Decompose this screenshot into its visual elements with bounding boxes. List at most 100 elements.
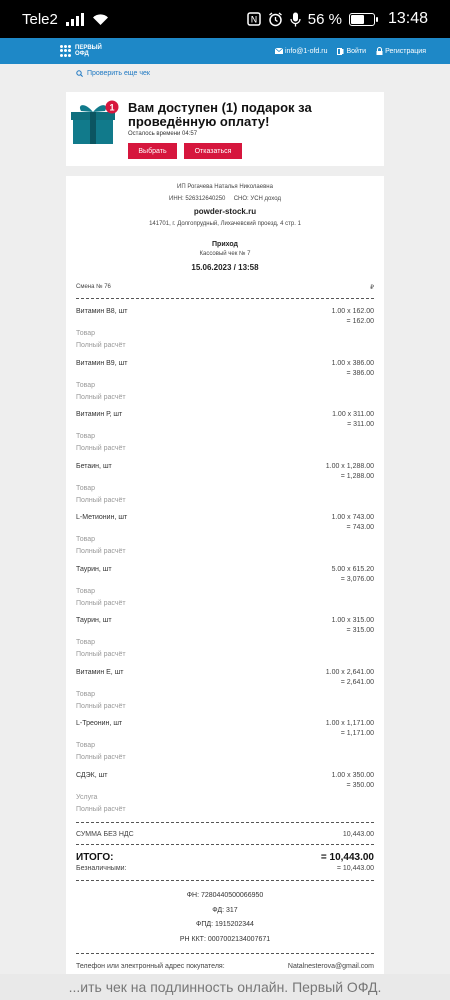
- cashless-label: Безналичными:: [76, 865, 127, 872]
- item-payment-method: Полный расчёт: [76, 599, 126, 607]
- receipt-item: Витамин В9, шт 1.00 x 386.00 = 386.00 Товар…: [76, 360, 374, 412]
- item-quantity-price: 1.00 x 1,288.00: [325, 462, 374, 470]
- item-type: Товар: [76, 690, 96, 698]
- clock: 13:48: [387, 10, 428, 27]
- alarm-icon: [268, 11, 283, 27]
- email-text: info@1-ofd.ru: [284, 47, 328, 55]
- receipt-item: Таурин, шт 1.00 x 315.00 = 315.00 Товар Полн…: [76, 617, 374, 669]
- receipt-item: L-Треонин, шт 1.00 x 1,171.00 = 1,171.00 То…: [76, 720, 374, 772]
- item-payment-method: Полный расчёт: [76, 496, 126, 504]
- receipt-item: L-Метионин, шт 1.00 x 743.00 = 743.00 Товар…: [76, 514, 374, 566]
- item-payment-method: Полный расчёт: [76, 342, 126, 349]
- item-sum: = 2,641.00: [340, 678, 374, 686]
- receipt-item: Витамин Р, шт 1.00 x 311.00 = 311.00 Товар П…: [76, 411, 374, 463]
- item-quantity-price: 1.00 x 350.00: [331, 771, 374, 779]
- item-payment-method: Полный расчёт: [76, 702, 126, 710]
- item-type: Товар: [76, 742, 96, 749]
- sum-no-vat-label: СУММА БЕЗ НДС: [76, 831, 134, 838]
- receipt-item: Витамин В8, шт 1.00 x 162.00 = 162.00 Товар…: [76, 308, 374, 360]
- item-sum: = 1,171.00: [340, 730, 374, 737]
- status-bar: Tele2 N 56 % 13:48: [0, 0, 450, 38]
- item-name: Витамин В9, шт: [76, 359, 128, 367]
- item-sum: = 1,288.00: [340, 472, 374, 480]
- choose-button[interactable]: Выбрать: [128, 143, 177, 159]
- check-again-text: Проверить еще чек: [87, 70, 150, 77]
- battery-percent: 56 %: [307, 10, 342, 28]
- gift-icon: 1: [71, 100, 119, 144]
- total-label: ИТОГО:: [76, 852, 114, 863]
- buyer-label: Телефон или электронный адрес покупателя…: [76, 963, 225, 970]
- rn-kkt: РН ККТ: 0007002134007671: [179, 936, 271, 943]
- item-type: Товар: [76, 536, 96, 543]
- fd-number: ФД: 317: [212, 907, 238, 914]
- item-type: Товар: [76, 330, 96, 337]
- seller-name: ИП Рогачева Наталья Николаевна: [177, 184, 273, 190]
- receipt-item: Витамин Е, шт 1.00 x 2,641.00 = 2,641.00 То…: [76, 669, 374, 721]
- gift-badge: 1: [109, 103, 114, 113]
- ofd-logo[interactable]: ПЕРВЫЙ ОФД: [60, 45, 102, 57]
- item-name: Таурин, шт: [76, 617, 112, 624]
- gift-card: 1 Вам доступен (1) подарок за проведённу…: [66, 92, 384, 166]
- item-payment-method: Полный расчёт: [76, 548, 126, 555]
- divider: [76, 844, 374, 845]
- refuse-button[interactable]: Отказаться: [184, 143, 242, 159]
- item-type: Товар: [76, 381, 96, 389]
- gift-timer: Осталось времени 04:57: [128, 131, 198, 137]
- receipt: ИП Рогачева Наталья Николаевна ИНН: 5263…: [66, 176, 384, 976]
- shift-number: Смена № 76: [76, 284, 111, 290]
- item-payment-method: Полный расчёт: [76, 805, 126, 813]
- check-again-link[interactable]: Проверить еще чек: [76, 70, 150, 77]
- seller-address: 141701, г. Долгопрудный, Лихачевский про…: [149, 221, 301, 227]
- item-payment-method: Полный расчёт: [76, 651, 126, 658]
- bottom-banner: ...ить чек на подлинность онлайн. Первый…: [0, 974, 450, 1000]
- fn-number: ФН: 7280440500066950: [186, 892, 264, 899]
- item-sum: = 311.00: [347, 421, 374, 428]
- divider: [76, 953, 374, 954]
- receipt-item: Таурин, шт 5.00 x 615.20 = 3,076.00 Товар По…: [76, 566, 374, 618]
- item-sum: = 743.00: [346, 524, 374, 531]
- nfc-icon: N: [247, 12, 261, 26]
- buyer-value: Natalnesterova@gmail.com: [287, 963, 374, 970]
- item-quantity-price: 1.00 x 2,641.00: [325, 668, 374, 676]
- item-quantity-price: 1.00 x 386.00: [331, 359, 374, 367]
- item-quantity-price: 1.00 x 315.00: [331, 617, 374, 624]
- item-name: Витамин Р, шт: [76, 411, 123, 418]
- login-link[interactable]: Войти: [337, 47, 366, 55]
- item-quantity-price: 1.00 x 311.00: [332, 411, 374, 418]
- item-sum: = 386.00: [346, 369, 374, 377]
- gift-title: Вам доступен (1) подарок за проведённую …: [128, 100, 312, 129]
- divider: [76, 298, 374, 299]
- cashless-value: = 10,443.00: [336, 865, 374, 872]
- item-name: L-Треонин, шт: [76, 720, 123, 727]
- item-type: Услуга: [76, 793, 98, 801]
- item-sum: = 350.00: [346, 781, 374, 789]
- item-sum: = 162.00: [346, 318, 374, 325]
- login-icon: [337, 47, 344, 55]
- item-name: СДЭК, шт: [76, 771, 108, 779]
- mail-icon: [274, 48, 283, 54]
- item-payment-method: Полный расчёт: [76, 445, 126, 452]
- battery-icon: [348, 12, 378, 26]
- logo-line2: ОФД: [75, 51, 89, 57]
- lock-icon: [376, 47, 383, 55]
- inn-sno: ИНН: 526312640250 СНО: УСН доход: [169, 196, 281, 202]
- item-payment-method: Полный расчёт: [76, 754, 126, 761]
- item-sum: = 3,076.00: [340, 575, 374, 583]
- item-type: Товар: [76, 433, 96, 440]
- currency-sign: ₽: [370, 285, 374, 291]
- carrier-name: Tele2: [22, 10, 58, 28]
- item-quantity-price: 5.00 x 615.20: [331, 565, 374, 573]
- item-name: Витамин Е, шт: [76, 668, 124, 676]
- item-name: Витамин В8, шт: [76, 308, 128, 315]
- site-header: ПЕРВЫЙ ОФД info@1-ofd.ru Войти Регистрац…: [0, 38, 450, 64]
- item-name: Бетаин, шт: [76, 462, 112, 470]
- email-link[interactable]: info@1-ofd.ru: [274, 47, 328, 55]
- receipt-item: СДЭК, шт 1.00 x 350.00 = 350.00 Услуга Полны…: [76, 772, 374, 824]
- register-link[interactable]: Регистрация: [376, 47, 426, 55]
- sum-no-vat-value: 10,443.00: [342, 831, 374, 838]
- item-name: Таурин, шт: [76, 565, 112, 573]
- search-icon: [76, 70, 83, 77]
- item-quantity-price: 1.00 x 743.00: [331, 514, 374, 521]
- item-type: Товар: [76, 587, 96, 595]
- fpd-number: ФПД: 1915202344: [196, 921, 254, 928]
